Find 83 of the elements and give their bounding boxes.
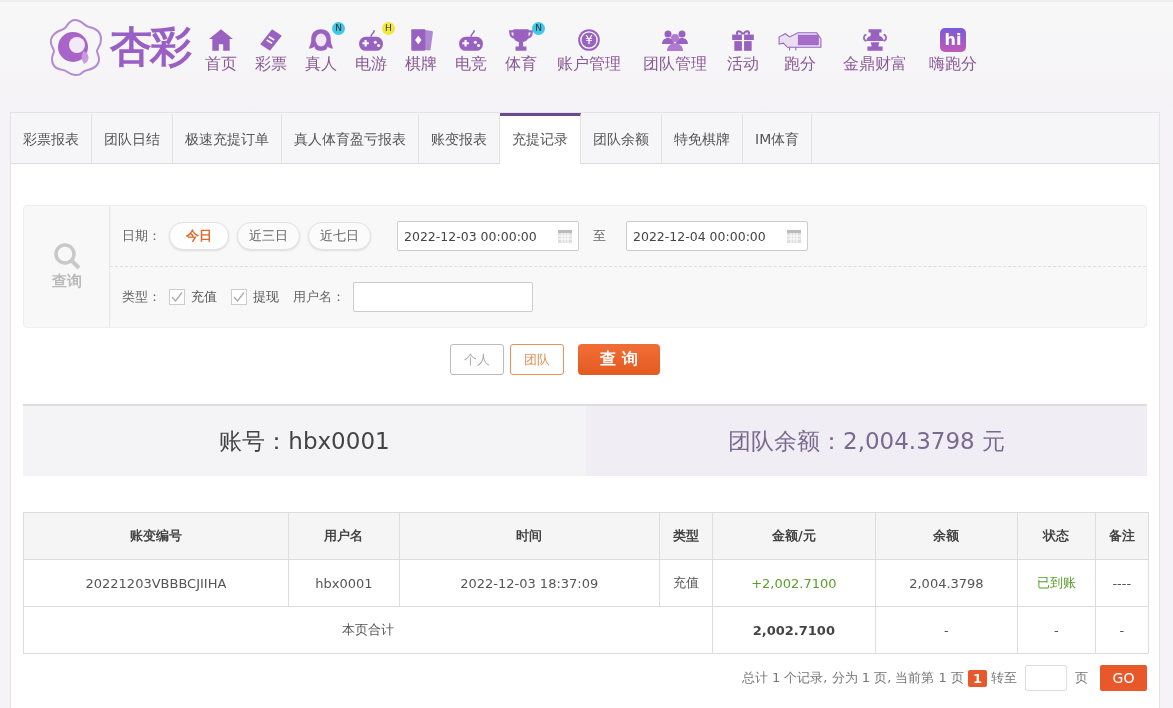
nav-item[interactable]: 活动 xyxy=(718,22,768,75)
type-checkbox[interactable]: 提现 xyxy=(231,288,279,306)
woman-figure-icon xyxy=(308,28,334,52)
report-tab[interactable]: 彩票报表 xyxy=(11,113,92,163)
nav-badge: N xyxy=(332,22,345,35)
gamepad-icon xyxy=(458,28,484,52)
column-header: 类型 xyxy=(659,512,713,560)
query-label: 查询 xyxy=(51,272,82,291)
report-tab[interactable]: IM体育 xyxy=(743,113,813,163)
table-cell: hbx0001 xyxy=(288,559,400,607)
ticket-icon xyxy=(258,28,284,52)
report-tab[interactable]: 极速充提订单 xyxy=(173,113,282,163)
total-label-cell: 本页合计 xyxy=(23,606,713,654)
date-range-button[interactable]: 今日 xyxy=(169,222,229,250)
account-panel: 账号：hbx0001 xyxy=(23,406,586,476)
page-field[interactable] xyxy=(1025,665,1067,691)
people-icon xyxy=(662,28,688,52)
logo-text: 杏彩 xyxy=(110,26,190,68)
date-range-button[interactable]: 近三日 xyxy=(237,222,300,250)
table-cell: 2,004.3798 xyxy=(875,559,1018,607)
report-tab[interactable]: 充提记录 xyxy=(500,113,581,164)
nav-item[interactable]: 彩票 xyxy=(246,22,296,75)
table-cell: ---- xyxy=(1095,559,1149,607)
report-tab[interactable]: 真人体育盈亏报表 xyxy=(282,113,419,163)
urn-icon xyxy=(862,28,888,52)
date-label: 日期： xyxy=(122,227,161,245)
column-header: 时间 xyxy=(399,512,660,560)
nav-badge: N xyxy=(532,22,545,35)
column-header: 备注 xyxy=(1095,512,1149,560)
nav-item[interactable]: hi 嗨跑分 xyxy=(918,22,988,75)
search-icon xyxy=(52,242,81,270)
report-tab[interactable]: 特免棋牌 xyxy=(662,113,743,163)
type-label: 类型： xyxy=(122,288,161,306)
table-cell: 2,002.7100 xyxy=(712,606,876,654)
page-label: 页 xyxy=(1075,669,1088,687)
hi-logo-icon: hi xyxy=(940,28,966,52)
table-cell: - xyxy=(1095,606,1149,654)
column-header: 用户名 xyxy=(288,512,400,560)
table-cell: 充值 xyxy=(659,559,713,607)
nav-item[interactable]: ¥ 账户管理 xyxy=(546,22,632,75)
nav-item[interactable]: 首页 xyxy=(196,22,246,75)
column-header: 余额 xyxy=(875,512,1018,560)
nav-item[interactable]: H 电游 xyxy=(346,22,396,75)
table-cell: - xyxy=(1017,606,1096,654)
nav-item[interactable]: N 体育 xyxy=(496,22,546,75)
gift-icon xyxy=(730,28,756,52)
team-balance-panel: 团队余额：2,004.3798 元 xyxy=(586,406,1147,476)
calendar-icon[interactable] xyxy=(557,228,573,244)
home-icon xyxy=(208,28,234,52)
start-date-field[interactable]: 2022-12-03 00:00:00 xyxy=(397,221,579,251)
nav-item[interactable]: 金鼎财富 xyxy=(832,22,918,75)
go-button[interactable]: GO xyxy=(1100,665,1147,691)
nav-item[interactable]: 团队管理 xyxy=(632,22,718,75)
table-cell: +2,002.7100 xyxy=(712,559,876,607)
nav-badge: H xyxy=(382,22,395,35)
search-button[interactable]: 查 询 xyxy=(578,344,660,375)
column-header: 状态 xyxy=(1017,512,1096,560)
current-page-button[interactable]: 1 xyxy=(967,669,987,687)
nav-item[interactable]: 跑分 xyxy=(768,22,832,75)
nav-item[interactable]: N 真人 xyxy=(296,22,346,75)
table-cell: 20221203VBBBCJIIHA xyxy=(23,559,289,607)
cards-icon xyxy=(408,28,434,52)
yen-coin-icon: ¥ xyxy=(576,28,602,52)
page-summary: 总计 1 个记录, 分为 1 页, 当前第 1 页 xyxy=(741,669,964,687)
username-field[interactable] xyxy=(353,282,533,312)
end-date-field[interactable]: 2022-12-04 00:00:00 xyxy=(626,221,808,251)
report-tab[interactable]: 团队余额 xyxy=(581,113,662,163)
date-range-button[interactable]: 近七日 xyxy=(308,222,371,250)
gamepad-icon xyxy=(358,28,384,52)
type-checkbox[interactable]: 充值 xyxy=(169,288,217,306)
column-header: 账变编号 xyxy=(23,512,289,560)
username-label: 用户名： xyxy=(293,288,345,306)
calendar-icon[interactable] xyxy=(786,228,802,244)
to-label: 至 xyxy=(593,227,606,245)
nav-item[interactable]: 电竞 xyxy=(446,22,496,75)
report-tab[interactable]: 团队日结 xyxy=(92,113,173,163)
goto-label: 转至 xyxy=(991,669,1017,687)
table-cell: 2022-12-03 18:37:09 xyxy=(399,559,660,607)
nav-item[interactable]: 棋牌 xyxy=(396,22,446,75)
table-cell: - xyxy=(875,606,1018,654)
column-header: 金额/元 xyxy=(712,512,876,560)
trophy-icon xyxy=(508,28,534,52)
table-cell: 已到账 xyxy=(1017,559,1096,607)
